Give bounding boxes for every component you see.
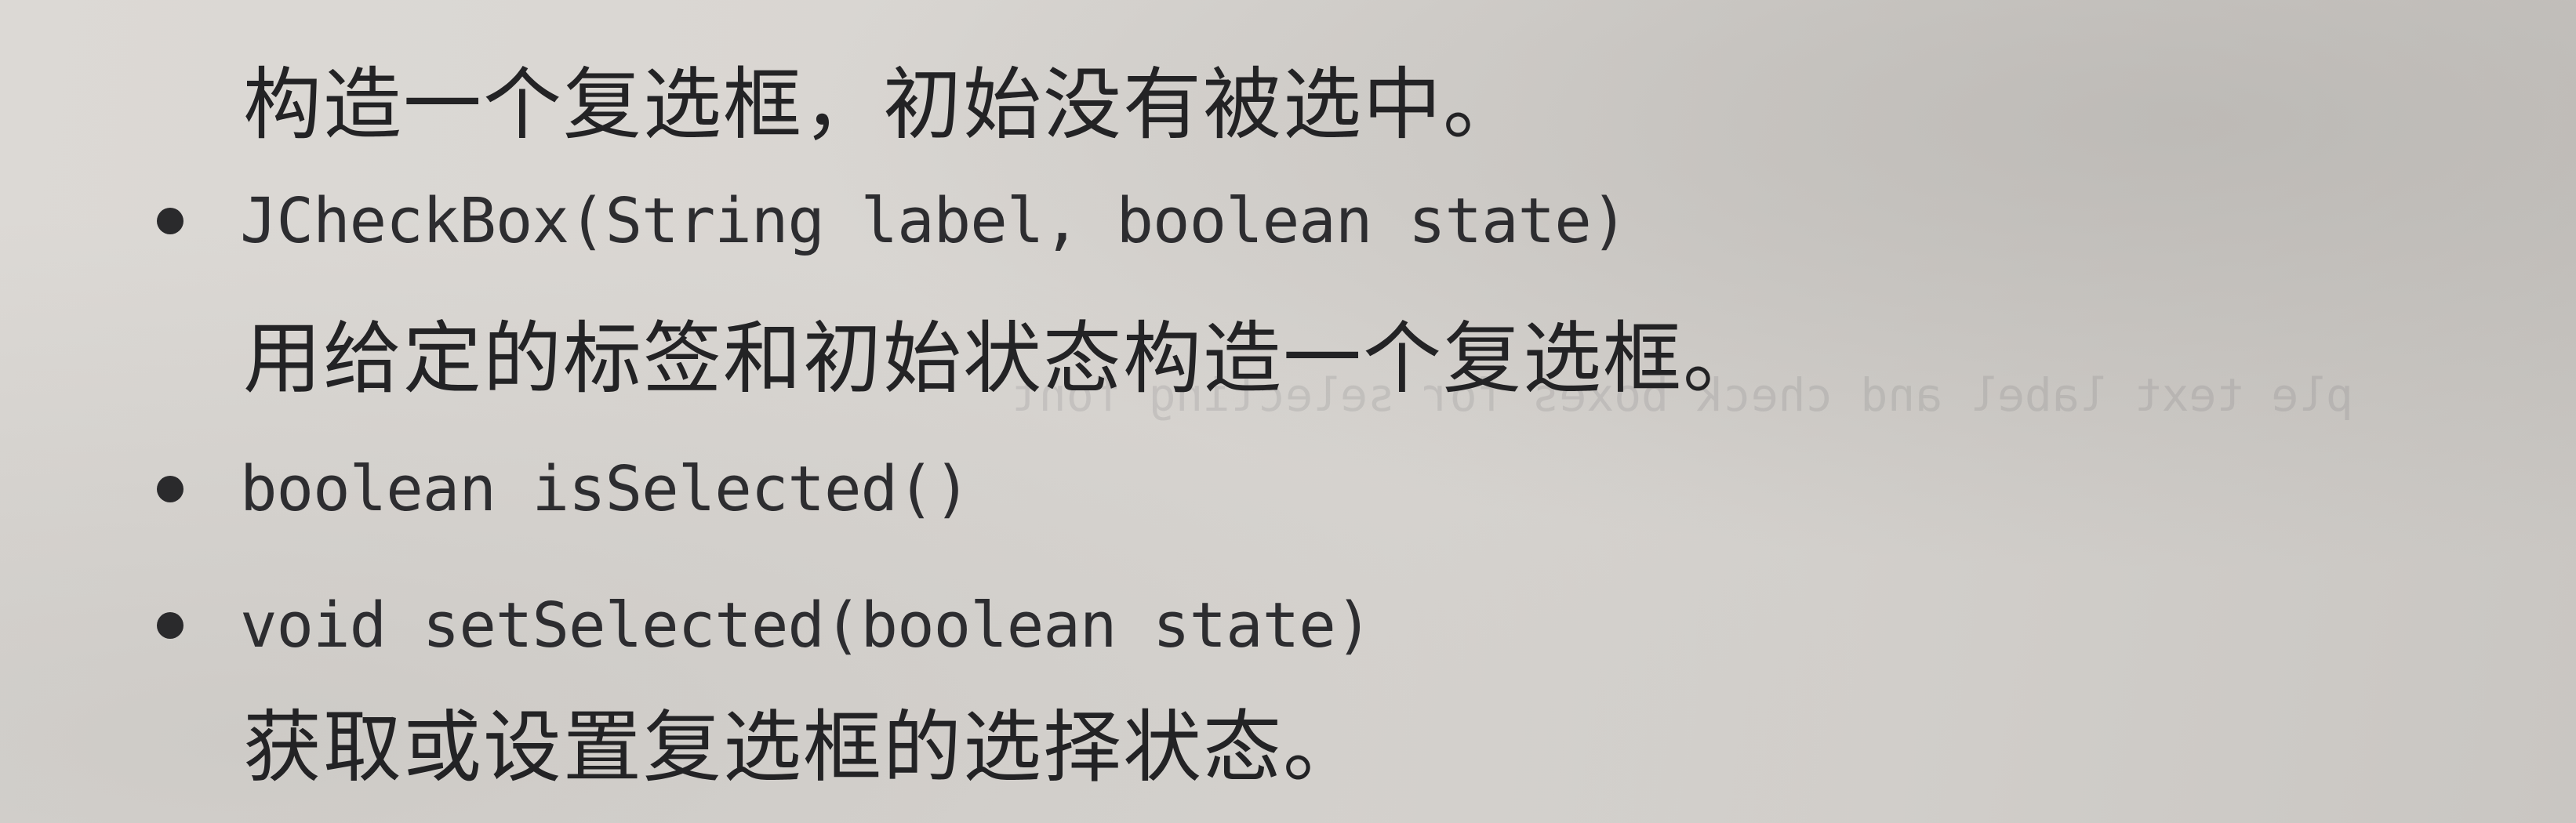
api-entry-label-state: JCheckBox(String label, boolean state) (157, 182, 1628, 260)
bullet-icon (157, 476, 183, 502)
bullet-icon (157, 612, 183, 639)
api-entry-set-selected: void setSelected(boolean state) (157, 586, 1372, 665)
method-signature: boolean isSelected() (240, 453, 971, 525)
method-signature: JCheckBox(String label, boolean state) (240, 185, 1628, 257)
method-signature: void setSelected(boolean state) (240, 589, 1372, 662)
description-label-state: 用给定的标签和初始状态构造一个复选框。 (243, 313, 1763, 404)
description-default-constructor: 构造一个复选框，初始没有被选中。 (243, 59, 1523, 150)
description-selection-state: 获取或设置复选框的选择状态。 (243, 702, 1363, 793)
book-page: ple text label and check boxes for selec… (0, 0, 2576, 823)
api-entry-is-selected: boolean isSelected() (157, 450, 971, 528)
bullet-icon (157, 208, 183, 234)
